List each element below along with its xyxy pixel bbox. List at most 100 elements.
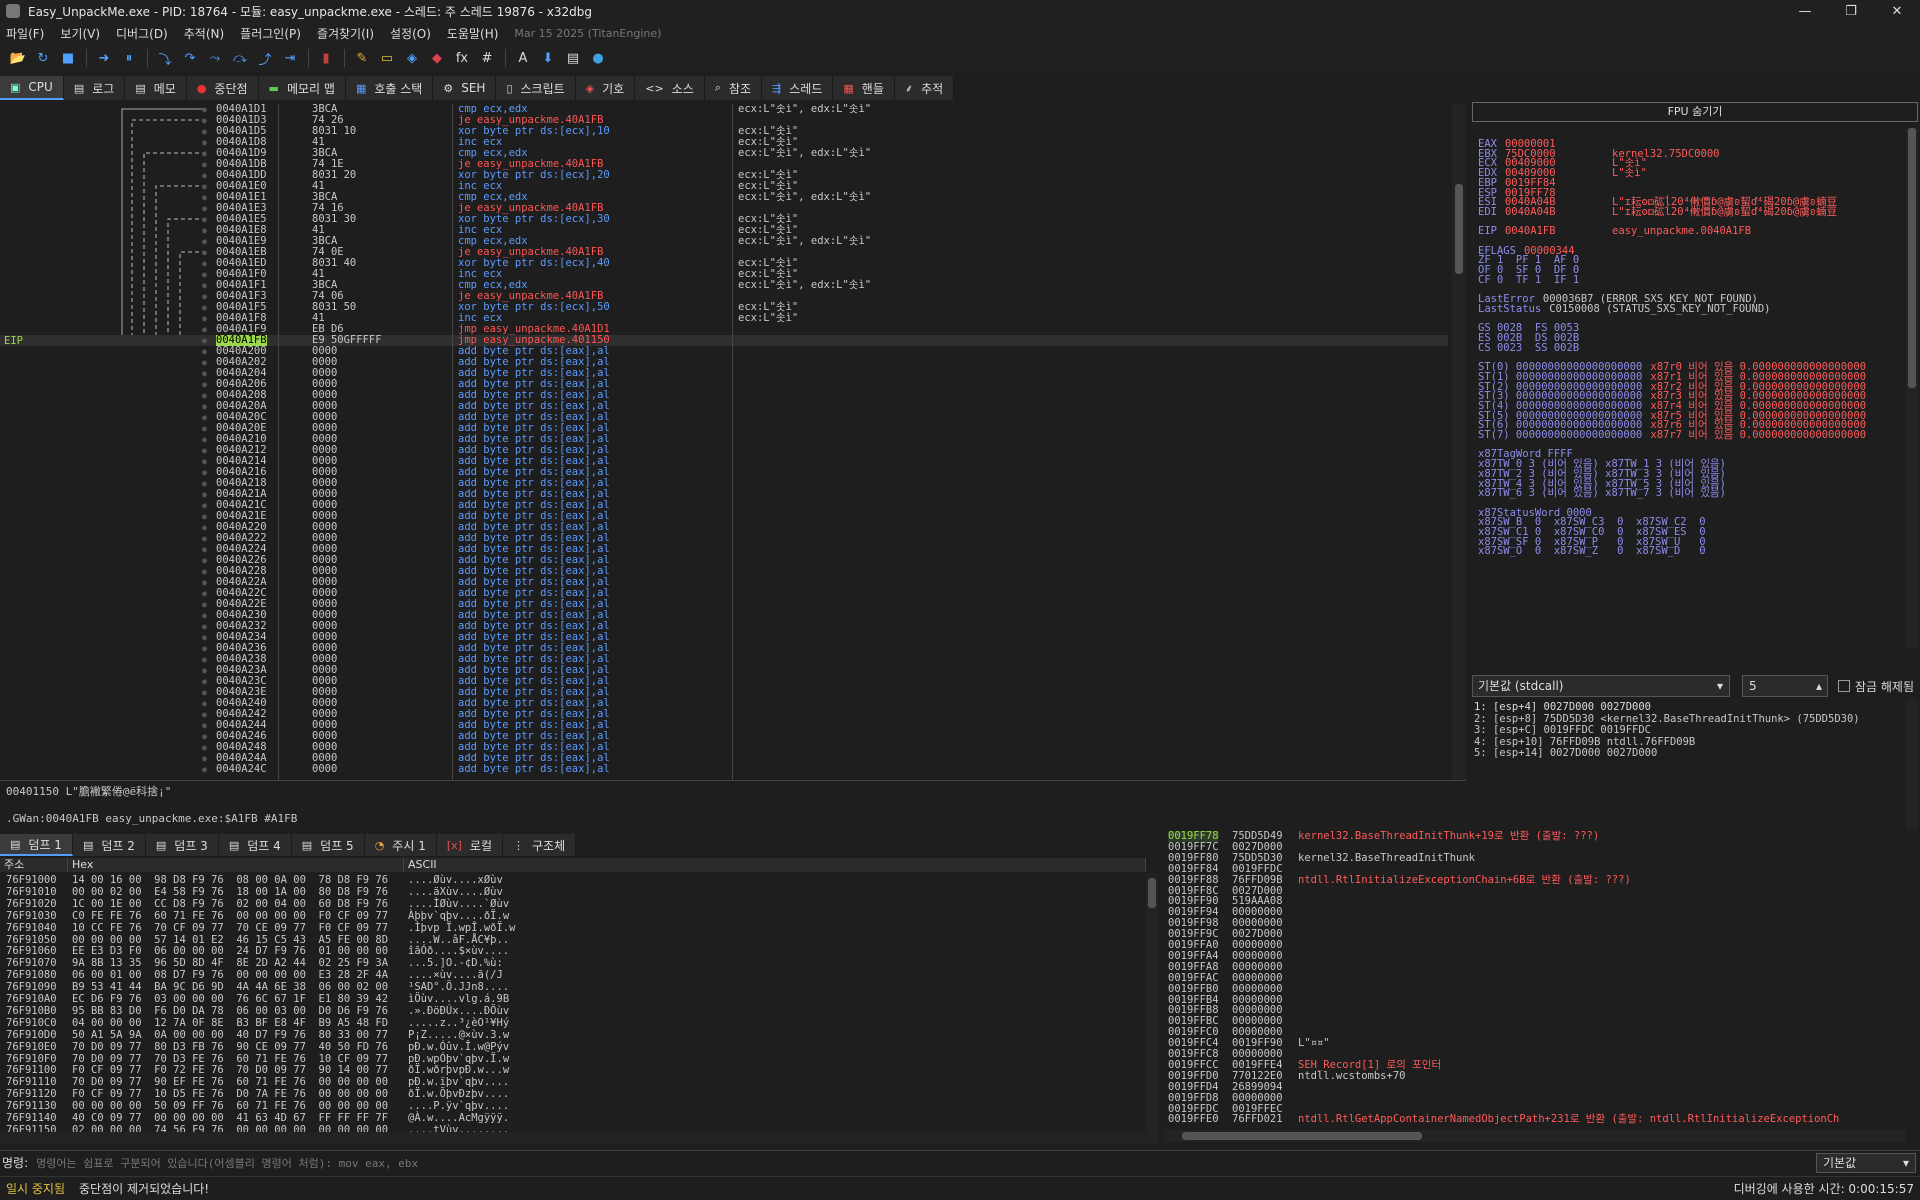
trace-over-icon[interactable]: ⤼ (228, 47, 252, 69)
breakpoint-dot-icon[interactable]: ● (202, 291, 207, 302)
breakpoint-dot-icon[interactable]: ● (202, 731, 207, 742)
arguments-view[interactable]: 1: [esp+4] 0027D000 0027D000 2: [esp+8] 7… (1472, 700, 1902, 830)
breakpoint-dot-icon[interactable]: ● (202, 753, 207, 764)
column-header-ascii[interactable]: ASCII (404, 858, 1146, 872)
registers-panel[interactable]: FPU 숨기기 EAX 00000001 EBX 75DC0000 kernel32.7… (1470, 102, 1920, 664)
functions-icon[interactable]: fx (450, 47, 474, 69)
breakpoint-dot-icon[interactable]: ● (202, 214, 207, 225)
menu-view[interactable]: 보기(V) (60, 25, 100, 42)
argument-line[interactable]: 4: [esp+10] 76FFD09B ntdll.76FFD09B (1474, 736, 1695, 748)
breakpoint-dot-icon[interactable]: ● (202, 148, 207, 159)
font-icon[interactable]: A (511, 47, 535, 69)
tab-1[interactable]: ▤ 로그 (63, 76, 126, 100)
run-icon[interactable]: ➜ (92, 47, 116, 69)
disasm-row[interactable]: ● 0040A24C 0000 add byte ptr ds:[eax],al (0, 764, 1448, 775)
breakpoint-dot-icon[interactable]: ● (202, 390, 207, 401)
breakpoint-dot-icon[interactable]: ● (202, 445, 207, 456)
dump-tab-5[interactable]: ◔ 주시 1 (364, 834, 437, 856)
stop-icon[interactable]: ■ (56, 47, 80, 69)
registers-scrollbar[interactable] (1906, 128, 1918, 648)
execute-till-return-icon[interactable]: ⤴ (253, 47, 277, 69)
breakpoint-dot-icon[interactable]: ● (202, 621, 207, 632)
breakpoint-dot-icon[interactable]: ● (202, 489, 207, 500)
breakpoint-dot-icon[interactable]: ● (202, 456, 207, 467)
argument-line[interactable]: 1: [esp+4] 0027D000 0027D000 (1474, 701, 1651, 713)
breakpoint-dot-icon[interactable]: ● (202, 126, 207, 137)
run-to-user-code-icon[interactable]: ⇥ (278, 47, 302, 69)
breakpoint-dot-icon[interactable]: ● (202, 181, 207, 192)
hex-dump-view[interactable]: 주소 Hex ASCII 76F91000 14 00 16 00 98 D8 F… (0, 858, 1150, 1144)
breakpoint-dot-icon[interactable]: ● (202, 324, 207, 335)
breakpoint-dot-icon[interactable]: ● (202, 511, 207, 522)
dump-tab-3[interactable]: ▤ 덤프 4 (218, 834, 292, 856)
breakpoint-dot-icon[interactable]: ● (202, 346, 207, 357)
step-into-icon[interactable]: ⤵ (153, 47, 177, 69)
menu-help[interactable]: 도움말(H) (447, 25, 499, 42)
fpu-toggle-button[interactable]: FPU 숨기기 (1472, 102, 1918, 122)
trace-into-icon[interactable]: ⤳ (203, 47, 227, 69)
scylla-icon[interactable]: ▮ (314, 47, 338, 69)
tab-13[interactable]: ⸙ 추적 (894, 76, 955, 100)
breakpoint-dot-icon[interactable]: ● (202, 720, 207, 731)
breakpoint-dot-icon[interactable]: ● (202, 104, 207, 115)
highlight-icon[interactable]: ✎ (350, 47, 374, 69)
calling-convention-select[interactable]: 기본값 (stdcall) ▾ (1472, 675, 1730, 697)
register-line[interactable]: CS 0023 SS 002B (1478, 342, 1579, 354)
breakpoint-dot-icon[interactable]: ● (202, 412, 207, 423)
dump-tab-1[interactable]: ▤ 덤프 2 (72, 834, 146, 856)
breakpoint-dot-icon[interactable]: ● (202, 742, 207, 753)
tab-3[interactable]: ● 중단점 (186, 76, 259, 100)
breakpoint-dot-icon[interactable]: ● (202, 533, 207, 544)
scrollbar-thumb[interactable] (1148, 878, 1156, 908)
open-icon[interactable]: 📂 (6, 47, 30, 69)
maximize-button[interactable]: ❐ (1828, 0, 1874, 22)
tab-7[interactable]: ▯ 스크립트 (496, 76, 576, 100)
tab-9[interactable]: <> 소스 (635, 76, 705, 100)
step-over-icon[interactable]: ↷ (178, 47, 202, 69)
close-button[interactable]: ✕ (1874, 0, 1920, 22)
comments-icon[interactable]: ◈ (400, 47, 424, 69)
breakpoint-dot-icon[interactable]: ● (202, 599, 207, 610)
scrollbar-thumb[interactable] (1455, 184, 1463, 274)
breakpoint-dot-icon[interactable]: ● (202, 643, 207, 654)
breakpoint-dot-icon[interactable]: ● (202, 335, 207, 346)
breakpoint-dot-icon[interactable]: ● (202, 159, 207, 170)
command-input[interactable]: 명령어는 쉼표로 구분되어 있습니다(어셈블리 명령어 처럼): mov eax… (36, 1155, 1436, 1171)
column-divider[interactable] (452, 104, 453, 780)
argument-line[interactable]: 2: [esp+8] 75DD5D30 <kernel32.BaseThread… (1474, 713, 1860, 725)
tab-2[interactable]: ▤ 메모 (125, 76, 187, 100)
scrollbar-thumb[interactable] (1182, 1132, 1422, 1140)
menu-debug[interactable]: 디버그(D) (116, 25, 168, 42)
lock-checkbox[interactable] (1838, 680, 1850, 692)
menu-trace[interactable]: 추적(N) (184, 25, 224, 42)
column-divider[interactable] (278, 104, 279, 780)
tab-6[interactable]: ⚙ SEH (433, 76, 497, 100)
command-mode-select[interactable]: 기본값 ▾ (1816, 1153, 1916, 1173)
breakpoint-dot-icon[interactable]: ● (202, 698, 207, 709)
menu-options[interactable]: 설정(O) (390, 25, 431, 42)
breakpoint-dot-icon[interactable]: ● (202, 500, 207, 511)
breakpoint-dot-icon[interactable]: ● (202, 192, 207, 203)
register-line[interactable]: LastStatus C0150008 (STATUS_SXS_KEY_NOT_F… (1478, 303, 1770, 315)
strings-icon[interactable]: ⬇ (536, 47, 560, 69)
breakpoint-dot-icon[interactable]: ● (202, 654, 207, 665)
minimize-button[interactable]: — (1782, 0, 1828, 22)
labels-icon[interactable]: ◆ (425, 47, 449, 69)
breakpoint-dot-icon[interactable]: ● (202, 401, 207, 412)
breakpoint-dot-icon[interactable]: ● (202, 313, 207, 324)
breakpoint-dot-icon[interactable]: ● (202, 379, 207, 390)
dump-tab-7[interactable]: ⋮ 구조체 (503, 834, 577, 856)
breakpoint-dot-icon[interactable]: ● (202, 764, 207, 775)
pause-icon[interactable]: ⏸ (117, 47, 141, 69)
scrollbar-thumb[interactable] (1908, 128, 1916, 388)
dump-horizontal-scrollbar[interactable] (0, 1132, 1146, 1144)
breakpoint-dot-icon[interactable]: ● (202, 577, 207, 588)
globe-icon[interactable]: ● (586, 47, 610, 69)
stack-view[interactable]: 0019FF78 75DD5D49 kernel32.BaseThreadInitT… (1164, 830, 1906, 1130)
breakpoint-dot-icon[interactable]: ● (202, 687, 207, 698)
menu-file[interactable]: 파일(F) (6, 25, 44, 42)
restart-icon[interactable]: ↻ (31, 47, 55, 69)
tab-10[interactable]: ⌕ 참조 (704, 76, 763, 100)
breakpoint-dot-icon[interactable]: ● (202, 632, 207, 643)
breakpoint-dot-icon[interactable]: ● (202, 544, 207, 555)
